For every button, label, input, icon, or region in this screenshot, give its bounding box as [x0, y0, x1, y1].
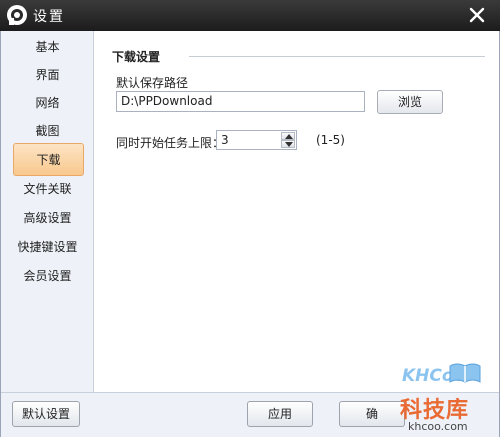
window-title: 设置 — [33, 9, 65, 25]
watermark: KHCoo 科技库 khcoo.com — [388, 360, 500, 437]
settings-sidebar: 基本 界面 网络 截图 下载 文件关联 高级设置 快捷键设置 会员设置 — [1, 31, 94, 392]
download-settings-panel: 下载设置 默认保存路径 D:\PPDownload 浏览 同时开始任务上限： 3… — [95, 31, 499, 392]
apply-button[interactable]: 应用 — [247, 401, 313, 427]
sidebar-item-advanced[interactable]: 高级设置 — [1, 204, 94, 232]
browse-button[interactable]: 浏览 — [377, 90, 443, 114]
save-path-input[interactable]: D:\PPDownload — [116, 91, 365, 112]
sidebar-item-network[interactable]: 网络 — [1, 89, 94, 117]
sidebar-item-basic[interactable]: 基本 — [1, 33, 94, 61]
section-title: 下载设置 — [112, 50, 161, 64]
save-path-label: 默认保存路径 — [116, 76, 189, 90]
stepper-down-button[interactable] — [281, 140, 295, 148]
task-limit-stepper[interactable]: 3 — [216, 130, 297, 150]
sidebar-item-shortcuts[interactable]: 快捷键设置 — [1, 233, 94, 261]
stepper-up-button[interactable] — [281, 132, 295, 140]
close-icon[interactable] — [468, 6, 486, 24]
chevron-down-icon — [285, 142, 293, 147]
app-logo-icon — [7, 5, 27, 25]
title-bar[interactable]: 设置 — [0, 0, 500, 31]
section-divider — [189, 56, 485, 57]
task-limit-label: 同时开始任务上限： — [116, 136, 225, 150]
sidebar-item-membership[interactable]: 会员设置 — [1, 262, 94, 290]
book-icon — [449, 363, 481, 383]
sidebar-item-download[interactable]: 下载 — [13, 143, 84, 176]
watermark-url: khcoo.com — [408, 420, 468, 433]
chevron-up-icon — [285, 134, 293, 139]
restore-defaults-button[interactable]: 默认设置 — [12, 401, 80, 427]
task-limit-value[interactable]: 3 — [221, 133, 229, 147]
sidebar-item-file-association[interactable]: 文件关联 — [1, 175, 94, 203]
sidebar-item-interface[interactable]: 界面 — [1, 61, 94, 89]
task-limit-range: (1-5) — [316, 133, 345, 147]
sidebar-item-screenshot[interactable]: 截图 — [1, 117, 94, 145]
